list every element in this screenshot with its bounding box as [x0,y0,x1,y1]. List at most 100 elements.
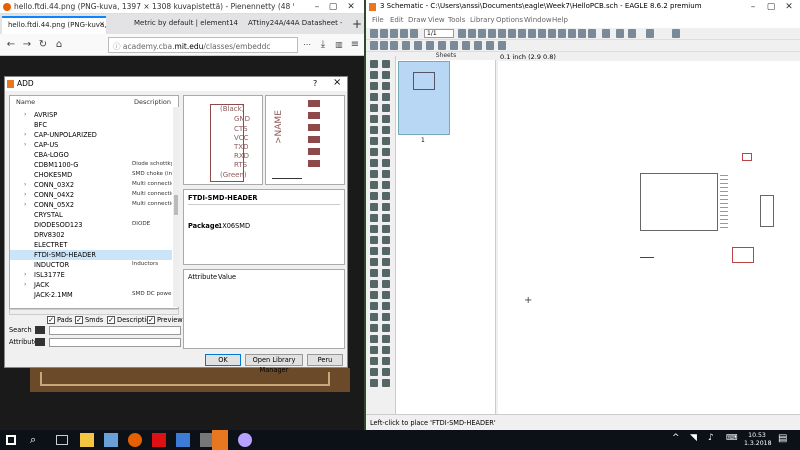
download-icon[interactable]: ⤓ [316,38,330,52]
command-button[interactable] [370,302,378,310]
list-item[interactable]: CRYSTAL [10,210,172,220]
command-button[interactable] [382,148,390,156]
toolbar-button[interactable] [548,29,556,38]
value-col-header[interactable]: Value [218,273,236,281]
attr-col-header[interactable]: Attribute [188,273,217,281]
tray-up-icon[interactable]: ^ [672,433,686,447]
list-item[interactable]: › ISL3177E [10,270,172,280]
list-item[interactable]: › JACK [10,280,172,290]
command-button[interactable] [370,82,378,90]
command-button[interactable] [382,192,390,200]
command-button[interactable] [370,115,378,123]
parameter-button[interactable] [414,41,422,50]
scrollbar-thumb[interactable] [174,195,178,215]
open-library-manager-button[interactable]: Open Library Manager [245,354,303,374]
command-button[interactable] [370,236,378,244]
toolbar-button[interactable] [410,29,418,38]
command-button[interactable] [382,203,390,211]
minimize-button[interactable]: – [310,1,324,13]
command-button[interactable] [382,379,390,387]
menu-library[interactable]: Library [470,16,494,24]
command-button[interactable] [382,93,390,101]
command-button[interactable] [382,291,390,299]
menu-edit[interactable]: Edit [390,16,404,24]
parameter-button[interactable] [474,41,482,50]
expand-chevron-icon[interactable]: › [24,111,26,118]
command-button[interactable] [382,214,390,222]
command-button[interactable] [382,181,390,189]
tab-image[interactable]: hello.ftdi.44.png (PNG-kuva, 139... [2,16,106,34]
toolbar-button[interactable] [390,29,398,38]
search-input[interactable] [49,326,181,335]
expand-chevron-icon[interactable]: › [24,181,26,188]
parameter-button[interactable] [498,41,506,50]
toolbar-button[interactable] [616,29,624,38]
schematic-connector[interactable] [760,195,774,227]
command-button[interactable] [382,247,390,255]
command-button[interactable] [370,357,378,365]
toolbar-button[interactable] [380,29,388,38]
toolbar-button[interactable] [578,29,586,38]
toolbar-button[interactable] [400,29,408,38]
menu-file[interactable]: File [372,16,384,24]
search-icon[interactable]: ⌕ [30,433,44,447]
list-item[interactable]: › CONN_03X2 Multi connectio... [10,180,172,190]
schematic-regulator[interactable] [732,247,754,263]
command-button[interactable] [370,335,378,343]
maximize-button[interactable]: ▢ [326,1,340,13]
close-button[interactable]: ✕ [344,1,358,13]
eagle-taskbar-icon[interactable] [212,430,228,450]
sheet-thumbnail[interactable] [398,61,450,135]
bulb-icon[interactable] [238,433,252,447]
command-button[interactable] [382,346,390,354]
menu-icon[interactable]: ≡ [348,38,362,52]
notifications-icon[interactable]: ▤ [778,433,792,447]
command-button[interactable] [370,104,378,112]
toolbar-button[interactable] [538,29,546,38]
expand-chevron-icon[interactable]: › [24,201,26,208]
list-item[interactable]: › CONN_04X2 Multi connectio... [10,190,172,200]
command-button[interactable] [382,82,390,90]
command-button[interactable] [370,379,378,387]
list-scrollbar[interactable] [173,107,179,307]
command-button[interactable] [370,60,378,68]
reload-icon[interactable]: ↻ [36,38,50,52]
expand-chevron-icon[interactable]: › [24,131,26,138]
toolbar-button[interactable] [518,29,526,38]
command-button[interactable] [382,126,390,134]
command-button[interactable] [370,258,378,266]
new-tab-button[interactable]: + [352,17,362,31]
command-button[interactable] [382,104,390,112]
list-item[interactable]: DRV8302 [10,230,172,240]
list-item[interactable]: DIODESOD123 DIODE [10,220,172,230]
command-button[interactable] [370,93,378,101]
command-button[interactable] [382,269,390,277]
file-explorer-icon[interactable] [80,433,94,447]
command-button[interactable] [382,313,390,321]
toolbar-button[interactable] [370,29,378,38]
preview-checkbox[interactable]: ✓ Preview [147,316,183,326]
library-icon[interactable]: ▥ [332,38,346,52]
netflix-icon[interactable] [152,433,166,447]
image-viewer-icon[interactable] [176,433,190,447]
tab-close-icon[interactable]: × [99,20,105,28]
help-button[interactable]: ? [313,79,317,88]
schematic-crystal[interactable] [742,153,752,161]
list-item[interactable]: › CAP-UNPOLARIZED [10,130,172,140]
command-button[interactable] [370,148,378,156]
command-button[interactable] [370,159,378,167]
dialog-close-button[interactable]: × [333,77,341,88]
parameter-button[interactable] [426,41,434,50]
overflow-icon[interactable]: ⋯ [300,38,314,52]
toolbar-button[interactable] [628,29,636,38]
parameter-button[interactable] [438,41,446,50]
network-icon[interactable]: ◥ [690,433,704,447]
command-button[interactable] [370,269,378,277]
clock[interactable]: 10.53 1.3.2018 [744,432,772,448]
forward-icon[interactable]: → [20,38,34,52]
command-button[interactable] [370,280,378,288]
url-bar[interactable]: ⓘ academy.cba.mit.edu/classes/embeddc [108,37,298,53]
horizontal-scrollbar[interactable] [9,309,179,315]
toolbar-button[interactable] [568,29,576,38]
firefox-taskbar-icon[interactable] [128,433,142,447]
